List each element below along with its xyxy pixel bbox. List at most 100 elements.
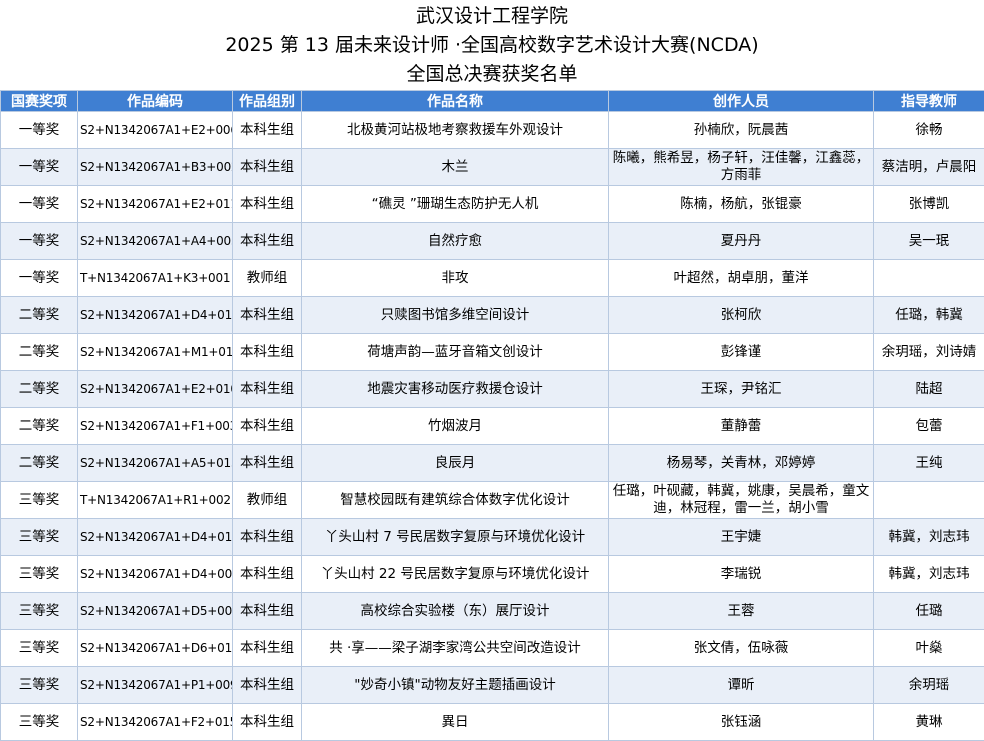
cell-award: 一等奖 [1, 112, 78, 149]
cell-advisor: 王纯 [874, 445, 984, 482]
cell-title: "妙奇小镇"动物友好主题插画设计 [302, 667, 609, 704]
cell-advisor: 任璐，韩冀 [874, 297, 984, 334]
cell-advisor [874, 482, 984, 519]
cell-group: 本科生组 [233, 149, 302, 186]
cell-award: 一等奖 [1, 260, 78, 297]
table-row: 三等奖S2+N1342067A1+D4+010本科生组丫头山村 7 号民居数字复… [1, 519, 984, 556]
cell-creators: 陈楠，杨航，张锟豪 [609, 186, 874, 223]
cell-title: 自然疗愈 [302, 223, 609, 260]
cell-title: “礁灵 ”珊瑚生态防护无人机 [302, 186, 609, 223]
cell-group: 本科生组 [233, 408, 302, 445]
table-row: 一等奖S2+N1342067A1+B3+002本科生组木兰陈曦，熊希昱，杨子轩，… [1, 149, 984, 186]
cell-award: 三等奖 [1, 593, 78, 630]
cell-advisor: 韩冀，刘志玮 [874, 519, 984, 556]
table-row: 二等奖S2+N1342067A1+E2+010本科生组地震灾害移动医疗救援仓设计… [1, 371, 984, 408]
cell-award: 二等奖 [1, 408, 78, 445]
cell-creators: 任璐，叶砚藏，韩冀，姚康，吴晨希，童文迪，林冠程，雷一兰，胡小雪 [609, 482, 874, 519]
cell-creators: 叶超然，胡卓朋，董洋 [609, 260, 874, 297]
cell-award: 三等奖 [1, 704, 78, 741]
cell-group: 本科生组 [233, 630, 302, 667]
cell-title: 智慧校园既有建筑综合体数字优化设计 [302, 482, 609, 519]
cell-group: 本科生组 [233, 186, 302, 223]
table-row: 二等奖S2+N1342067A1+F1+003本科生组竹烟波月董静蕾包蕾 [1, 408, 984, 445]
cell-code: S2+N1342067A1+E2+011 [78, 186, 233, 223]
header-code: 作品编码 [78, 91, 233, 112]
header-award: 国赛奖项 [1, 91, 78, 112]
cell-creators: 李瑞锐 [609, 556, 874, 593]
cell-code: T+N1342067A1+K3+001 [78, 260, 233, 297]
cell-advisor: 蔡洁明，卢晨阳 [874, 149, 984, 186]
cell-title: 高校综合实验楼（东）展厅设计 [302, 593, 609, 630]
cell-title: 荷塘声韵—蓝牙音箱文创设计 [302, 334, 609, 371]
table-row: 二等奖S2+N1342067A1+A5+013本科生组良辰月杨易琴，关青林，邓婷… [1, 445, 984, 482]
cell-creators: 夏丹丹 [609, 223, 874, 260]
cell-creators: 彭锋谨 [609, 334, 874, 371]
cell-title: 共 ·享——梁子湖李家湾公共空间改造设计 [302, 630, 609, 667]
table-body: 一等奖S2+N1342067A1+E2+006本科生组北极黄河站极地考察救援车外… [1, 112, 984, 741]
cell-advisor: 陆超 [874, 371, 984, 408]
cell-award: 一等奖 [1, 186, 78, 223]
cell-group: 本科生组 [233, 445, 302, 482]
cell-creators: 王琛，尹铭汇 [609, 371, 874, 408]
table-row: 三等奖S2+N1342067A1+D6+013本科生组共 ·享——梁子湖李家湾公… [1, 630, 984, 667]
table-row: 二等奖S2+N1342067A1+M1+012本科生组荷塘声韵—蓝牙音箱文创设计… [1, 334, 984, 371]
cell-advisor: 任璐 [874, 593, 984, 630]
cell-advisor: 徐畅 [874, 112, 984, 149]
table-row: 三等奖S2+N1342067A1+D4+008本科生组丫头山村 22 号民居数字… [1, 556, 984, 593]
cell-advisor: 黄琳 [874, 704, 984, 741]
cell-award: 三等奖 [1, 556, 78, 593]
cell-title: 丫头山村 22 号民居数字复原与环境优化设计 [302, 556, 609, 593]
cell-title: 木兰 [302, 149, 609, 186]
header-group: 作品组别 [233, 91, 302, 112]
cell-code: S2+N1342067A1+E2+006 [78, 112, 233, 149]
cell-award: 二等奖 [1, 297, 78, 334]
cell-award: 二等奖 [1, 334, 78, 371]
cell-award: 二等奖 [1, 445, 78, 482]
cell-group: 本科生组 [233, 334, 302, 371]
cell-title: 良辰月 [302, 445, 609, 482]
table-header-row: 国赛奖项 作品编码 作品组别 作品名称 创作人员 指导教师 [1, 91, 984, 112]
cell-group: 本科生组 [233, 556, 302, 593]
cell-group: 本科生组 [233, 371, 302, 408]
cell-advisor: 吴一珉 [874, 223, 984, 260]
table-row: 三等奖S2+N1342067A1+P1+009本科生组"妙奇小镇"动物友好主题插… [1, 667, 984, 704]
cell-advisor: 余玥瑶，刘诗婧 [874, 334, 984, 371]
cell-group: 本科生组 [233, 519, 302, 556]
cell-group: 本科生组 [233, 704, 302, 741]
document-header: 武汉设计工程学院 2025 第 13 届未来设计师 ·全国高校数字艺术设计大赛(… [0, 0, 984, 90]
cell-award: 三等奖 [1, 482, 78, 519]
cell-group: 本科生组 [233, 223, 302, 260]
cell-creators: 谭昕 [609, 667, 874, 704]
cell-group: 本科生组 [233, 112, 302, 149]
cell-advisor: 韩冀，刘志玮 [874, 556, 984, 593]
cell-creators: 董静蕾 [609, 408, 874, 445]
cell-group: 教师组 [233, 482, 302, 519]
cell-title: 只赎图书馆多维空间设计 [302, 297, 609, 334]
award-table: 国赛奖项 作品编码 作品组别 作品名称 创作人员 指导教师 一等奖S2+N134… [0, 90, 984, 741]
cell-advisor [874, 260, 984, 297]
cell-advisor: 张博凯 [874, 186, 984, 223]
cell-advisor: 叶燊 [874, 630, 984, 667]
cell-code: S2+N1342067A1+D4+010 [78, 519, 233, 556]
cell-code: S2+N1342067A1+D6+013 [78, 630, 233, 667]
cell-award: 三等奖 [1, 630, 78, 667]
cell-award: 一等奖 [1, 149, 78, 186]
cell-title: 地震灾害移动医疗救援仓设计 [302, 371, 609, 408]
table-row: 三等奖T+N1342067A1+R1+002教师组智慧校园既有建筑综合体数字优化… [1, 482, 984, 519]
cell-code: S2+N1342067A1+A5+013 [78, 445, 233, 482]
cell-award: 二等奖 [1, 371, 78, 408]
cell-group: 本科生组 [233, 593, 302, 630]
cell-creators: 张钰涵 [609, 704, 874, 741]
cell-title: 丫头山村 7 号民居数字复原与环境优化设计 [302, 519, 609, 556]
cell-code: S2+N1342067A1+D5+003 [78, 593, 233, 630]
cell-code: S2+N1342067A1+A4+005 [78, 223, 233, 260]
table-row: 一等奖S2+N1342067A1+A4+005本科生组自然疗愈夏丹丹吴一珉 [1, 223, 984, 260]
cell-code: S2+N1342067A1+P1+009 [78, 667, 233, 704]
cell-award: 三等奖 [1, 519, 78, 556]
cell-creators: 张文倩，伍咏薇 [609, 630, 874, 667]
table-row: 三等奖S2+N1342067A1+D5+003本科生组高校综合实验楼（东）展厅设… [1, 593, 984, 630]
cell-title: 北极黄河站极地考察救援车外观设计 [302, 112, 609, 149]
cell-group: 教师组 [233, 260, 302, 297]
competition-title: 2025 第 13 届未来设计师 ·全国高校数字艺术设计大赛(NCDA) [0, 31, 984, 60]
header-title: 作品名称 [302, 91, 609, 112]
